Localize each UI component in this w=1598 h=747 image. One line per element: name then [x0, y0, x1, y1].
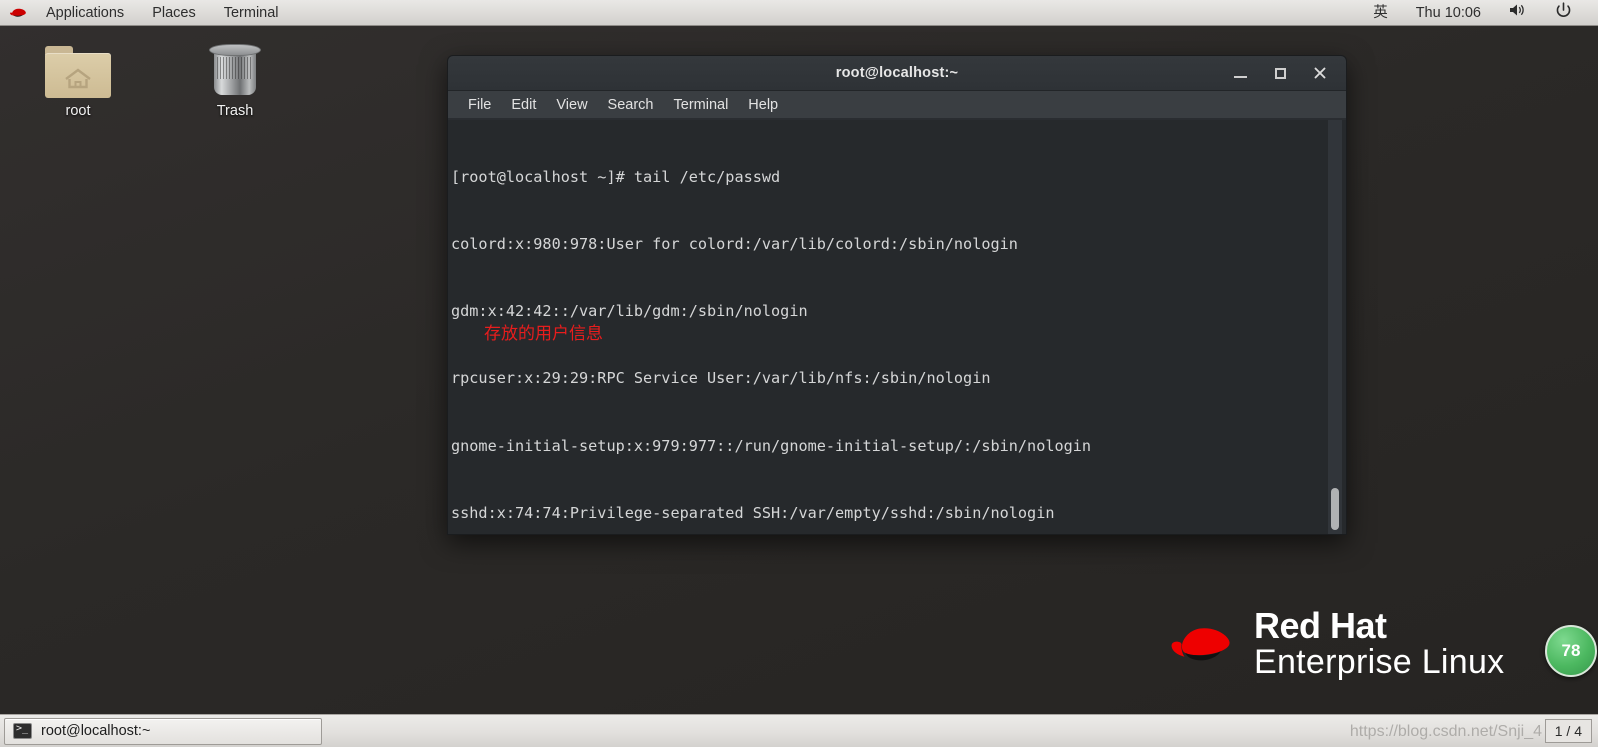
terminal-window[interactable]: root@localhost:~ File Edit View Search T… — [447, 55, 1347, 535]
home-folder-icon — [23, 36, 133, 98]
clock[interactable]: Thu 10:06 — [1402, 1, 1495, 25]
brand-line-2: Enterprise Linux — [1254, 642, 1505, 681]
input-method-indicator[interactable]: 英 — [1359, 1, 1402, 25]
desktop-icon-root[interactable]: root — [23, 36, 133, 119]
terminal-line: [root@localhost ~]# tail /etc/passwd — [451, 167, 781, 186]
annotation-text: 存放的用户信息 — [484, 324, 603, 344]
trash-can-icon — [180, 36, 290, 98]
menu-terminal[interactable]: Terminal — [210, 1, 293, 25]
redhat-fedora-icon — [1168, 618, 1240, 670]
scrollbar-thumb[interactable] — [1331, 488, 1339, 530]
close-icon[interactable] — [1312, 65, 1328, 81]
window-title: root@localhost:~ — [835, 65, 959, 81]
workspace-switcher[interactable]: 1 / 4 — [1544, 719, 1592, 743]
terminal-line: colord:x:980:978:User for colord:/var/li… — [451, 235, 1018, 254]
rhel-wordmark: Red Hat Enterprise Linux — [1254, 605, 1505, 681]
menu-item-edit[interactable]: Edit — [501, 94, 546, 116]
desktop-icon-label: root — [65, 103, 91, 119]
terminal-line: gnome-initial-setup:x:979:977::/run/gnom… — [451, 436, 1092, 455]
window-controls — [1232, 65, 1346, 81]
terminal-line: sshd:x:74:74:Privilege-separated SSH:/va… — [451, 503, 1055, 522]
vertical-scrollbar[interactable] — [1328, 120, 1342, 534]
menu-places[interactable]: Places — [138, 1, 210, 25]
terminal-titlebar[interactable]: root@localhost:~ — [448, 56, 1346, 91]
speaker-icon[interactable] — [1495, 0, 1541, 26]
terminal-body[interactable]: [root@localhost ~]# tail /etc/passwd col… — [448, 120, 1346, 534]
top-panel-right-group: 英 Thu 10:06 — [1359, 0, 1598, 27]
power-icon[interactable] — [1541, 0, 1586, 27]
rhel-branding: Red Hat Enterprise Linux — [1168, 605, 1505, 681]
menu-item-terminal[interactable]: Terminal — [664, 94, 739, 116]
terminal-line: rpcuser:x:29:29:RPC Service User:/var/li… — [451, 369, 991, 388]
menu-item-view[interactable]: View — [546, 94, 597, 116]
minimize-icon[interactable] — [1232, 65, 1248, 81]
desktop-icon-trash[interactable]: Trash — [180, 36, 290, 119]
top-panel-left-group: Applications Places Terminal — [0, 1, 293, 25]
menu-item-search[interactable]: Search — [598, 94, 664, 116]
status-badge[interactable]: 78 — [1545, 625, 1597, 677]
taskbar-window-label: root@localhost:~ — [41, 723, 151, 739]
taskbar: root@localhost:~ 1 / 4 — [0, 714, 1598, 747]
terminal-icon — [13, 723, 32, 739]
maximize-icon[interactable] — [1272, 65, 1288, 81]
brand-line-1: Red Hat — [1254, 605, 1387, 646]
menu-item-help[interactable]: Help — [738, 94, 788, 116]
menu-item-file[interactable]: File — [458, 94, 501, 116]
taskbar-window-button[interactable]: root@localhost:~ — [4, 717, 322, 745]
menu-applications[interactable]: Applications — [32, 1, 138, 25]
top-panel: Applications Places Terminal 英 Thu 10:06 — [0, 0, 1598, 26]
desktop: Applications Places Terminal 英 Thu 10:06 — [0, 0, 1598, 747]
redhat-logo-icon — [8, 6, 30, 20]
desktop-icon-label: Trash — [216, 103, 254, 119]
terminal-menubar: File Edit View Search Terminal Help — [448, 91, 1346, 119]
